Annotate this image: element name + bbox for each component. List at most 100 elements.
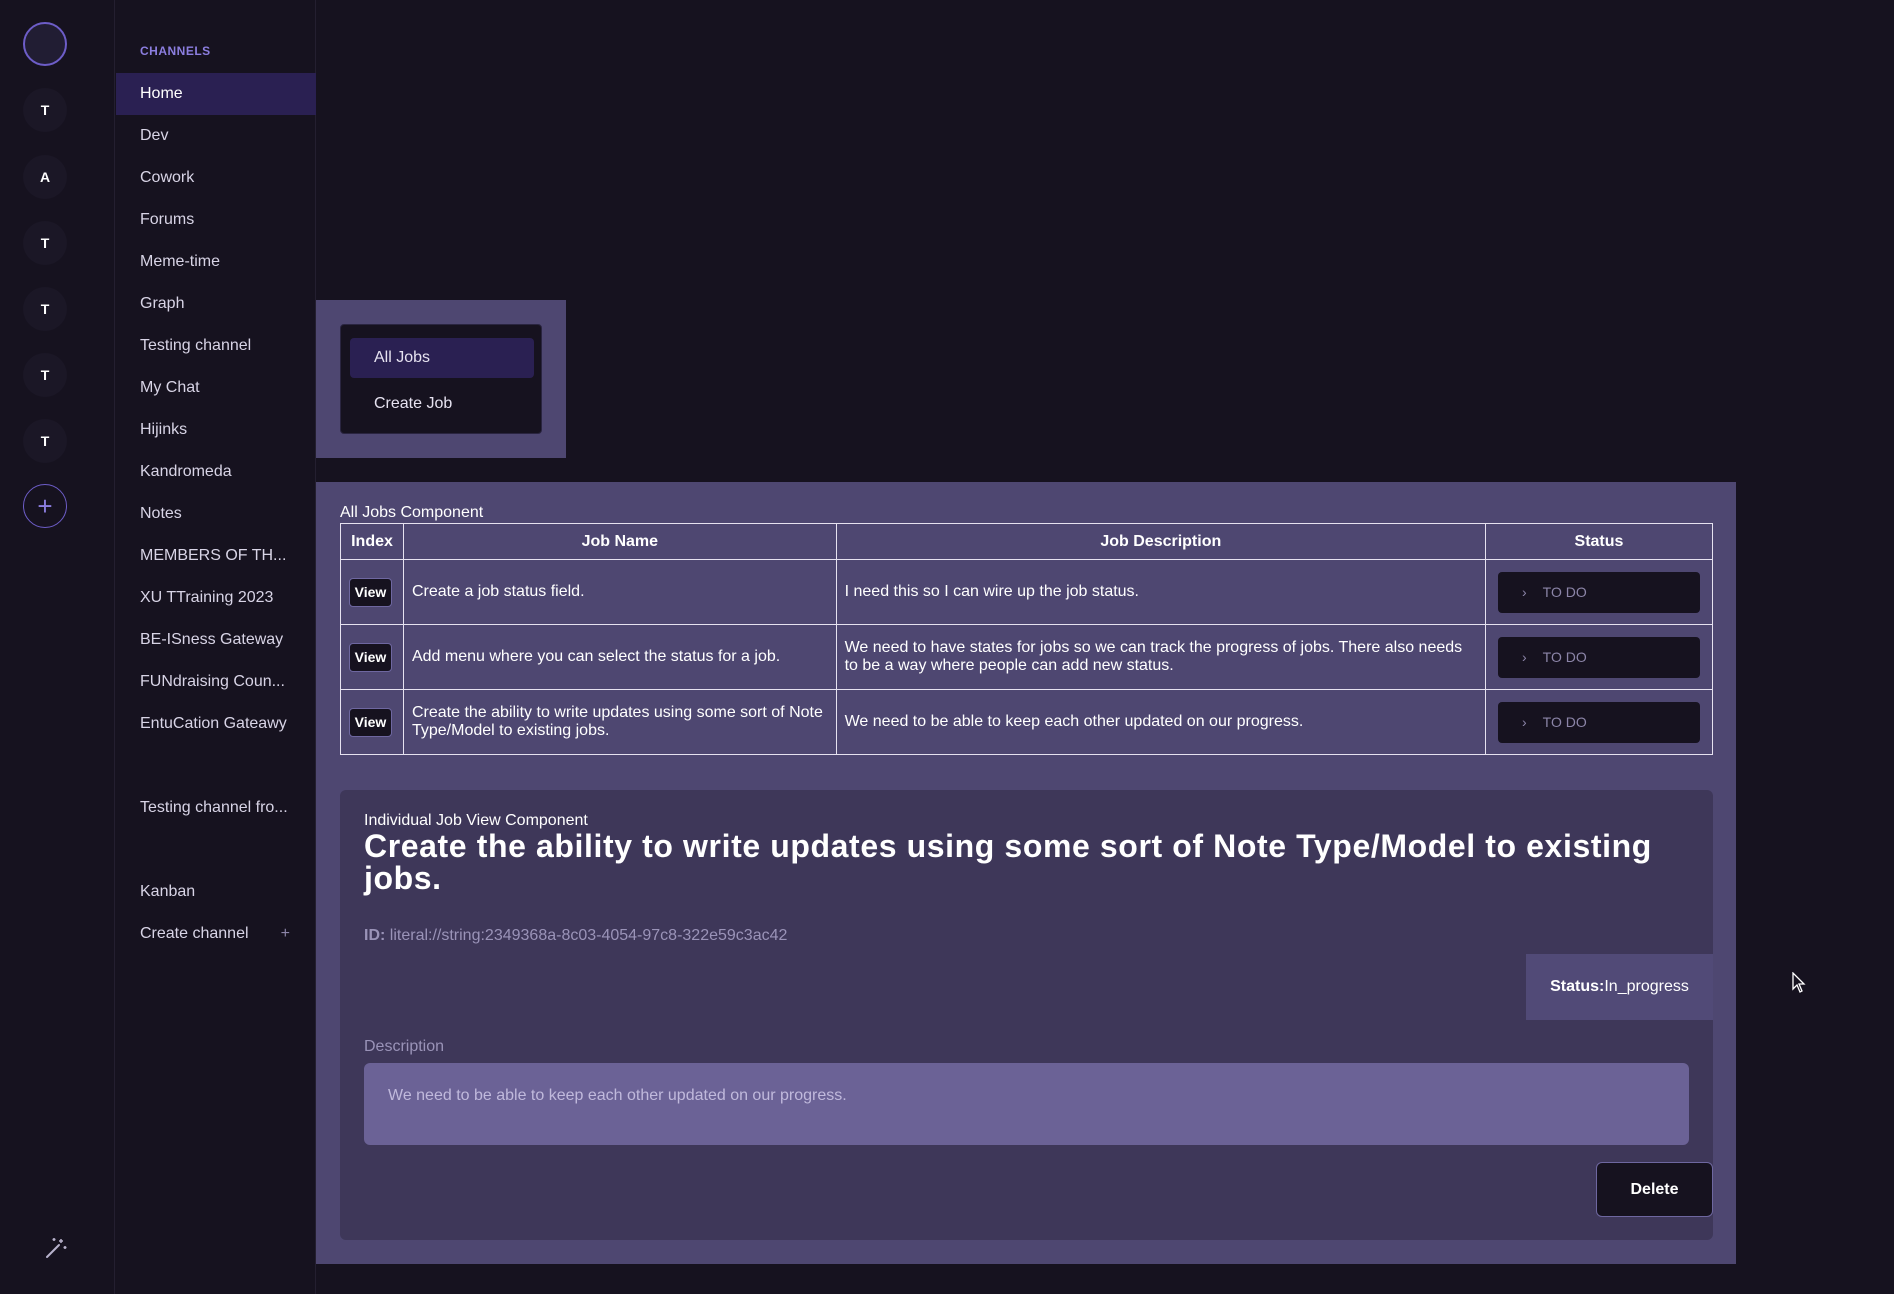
- status-cell: › TO DO: [1484, 689, 1714, 755]
- channel-label: Meme-time: [140, 253, 221, 270]
- status-badge: Status: In_progress: [1526, 954, 1713, 1020]
- channel-item-xu-training[interactable]: XU TTraining 2023: [116, 577, 316, 619]
- channel-label: BE-ISness Gateway: [140, 631, 284, 648]
- job-id-label: ID:: [364, 927, 386, 944]
- channel-label: EntuCation Gateawy: [140, 715, 287, 732]
- channel-item-fundraising[interactable]: FUNdraising Coun...: [116, 661, 316, 703]
- index-cell: View: [340, 624, 404, 690]
- home-avatar-icon[interactable]: [23, 22, 67, 66]
- job-name-cell: Add menu where you can select the status…: [402, 624, 837, 690]
- view-button[interactable]: View: [349, 642, 392, 672]
- job-description-cell: We need to be able to keep each other up…: [835, 689, 1486, 755]
- plus-icon: +: [280, 925, 290, 942]
- channel-item-kanban[interactable]: Kanban: [116, 871, 316, 913]
- channel-item-home[interactable]: Home: [116, 73, 316, 115]
- index-cell: View: [340, 689, 404, 755]
- job-id-value: literal://string:2349368a-8c03-4054-97c8…: [389, 927, 788, 944]
- server-icon-5[interactable]: T: [23, 353, 67, 397]
- jobs-nav-menu: All Jobs Create Job: [340, 324, 542, 434]
- column-header-index: Index: [340, 523, 404, 560]
- channel-item-graph[interactable]: Graph: [116, 283, 316, 325]
- channel-label: Testing channel: [140, 337, 252, 354]
- job-title: Create the ability to write updates usin…: [364, 828, 1652, 896]
- description-label: Description: [364, 1038, 445, 1055]
- job-id: ID: literal://string:2349368a-8c03-4054-…: [364, 927, 787, 945]
- status-value: In_progress: [1604, 978, 1689, 995]
- status-select[interactable]: › TO DO: [1497, 701, 1700, 743]
- status-label: Status:: [1550, 978, 1605, 995]
- job-name-cell: Create a job status field.: [402, 559, 837, 625]
- channel-item-forums[interactable]: Forums: [116, 199, 316, 241]
- server-rail: T A T T T T +: [0, 0, 115, 1294]
- table-row: View Add menu where you can select the s…: [340, 624, 1714, 690]
- server-icon-6[interactable]: T: [23, 419, 67, 463]
- channel-label: Testing channel fro...: [140, 799, 288, 816]
- mouse-cursor-icon: [1792, 972, 1806, 993]
- channel-item-my-chat[interactable]: My Chat: [116, 367, 316, 409]
- server-icon-4[interactable]: T: [23, 287, 67, 331]
- column-header-job-description: Job Description: [835, 523, 1486, 560]
- server-icon-1[interactable]: T: [23, 88, 67, 132]
- server-icon-3[interactable]: T: [23, 221, 67, 265]
- view-button[interactable]: View: [349, 577, 392, 607]
- channel-label: Home: [140, 85, 183, 102]
- channel-label: Notes: [140, 505, 182, 522]
- channel-label: XU TTraining 2023: [140, 589, 274, 606]
- channel-item-members[interactable]: MEMBERS OF TH...: [116, 535, 316, 577]
- channel-label: Hijinks: [140, 421, 188, 438]
- chevron-right-icon: ›: [1521, 649, 1527, 665]
- channel-label: MEMBERS OF TH...: [140, 547, 287, 564]
- channel-label: Cowork: [140, 169, 195, 186]
- jobs-table: Index Job Name Job Description Status Vi…: [340, 523, 1714, 755]
- job-name-cell: Create the ability to write updates usin…: [402, 689, 837, 755]
- channels-header: CHANNELS: [140, 44, 211, 58]
- channel-item-meme-time[interactable]: Meme-time: [116, 241, 316, 283]
- channel-item-cowork[interactable]: Cowork: [116, 157, 316, 199]
- chevron-right-icon: ›: [1521, 714, 1527, 730]
- magic-wand-icon[interactable]: [44, 1236, 68, 1260]
- description-field[interactable]: We need to be able to keep each other up…: [364, 1063, 1689, 1145]
- channel-label: My Chat: [140, 379, 200, 396]
- channel-label: Kanban: [140, 883, 196, 900]
- job-view-card: Individual Job View Component Create the…: [340, 790, 1713, 1240]
- channel-item-be-isness[interactable]: BE-ISness Gateway: [116, 619, 316, 661]
- job-description-cell: We need to have states for jobs so we ca…: [835, 624, 1486, 690]
- channel-sidebar: CHANNELS Home Dev Cowork Forums Meme-tim…: [116, 0, 316, 1294]
- status-cell: › TO DO: [1484, 559, 1714, 625]
- channel-label: Forums: [140, 211, 195, 228]
- jobs-nav-panel: All Jobs Create Job: [316, 300, 566, 458]
- create-channel-label: Create channel: [140, 925, 249, 942]
- status-select[interactable]: › TO DO: [1497, 571, 1700, 613]
- channel-item-hijinks[interactable]: Hijinks: [116, 409, 316, 451]
- channel-item-notes[interactable]: Notes: [116, 493, 316, 535]
- chevron-right-icon: ›: [1521, 584, 1527, 600]
- status-select[interactable]: › TO DO: [1497, 636, 1700, 678]
- status-cell: › TO DO: [1484, 624, 1714, 690]
- channel-label: Kandromeda: [140, 463, 232, 480]
- all-jobs-component-label: All Jobs Component: [340, 504, 484, 521]
- all-jobs-link[interactable]: All Jobs: [350, 338, 534, 378]
- channel-label: Dev: [140, 127, 169, 144]
- status-value: TO DO: [1542, 649, 1587, 665]
- channel-item-dev[interactable]: Dev: [116, 115, 316, 157]
- column-header-job-name: Job Name: [402, 523, 837, 560]
- channel-item-testing-from[interactable]: Testing channel fro...: [116, 787, 316, 829]
- view-button[interactable]: View: [349, 707, 392, 737]
- create-job-link[interactable]: Create Job: [350, 384, 534, 424]
- channel-item-testing[interactable]: Testing channel: [116, 325, 316, 367]
- channel-item-kandromeda[interactable]: Kandromeda: [116, 451, 316, 493]
- index-cell: View: [340, 559, 404, 625]
- channel-label: FUNdraising Coun...: [140, 673, 285, 690]
- column-header-status: Status: [1484, 523, 1714, 560]
- channel-item-entucation[interactable]: EntuCation Gateawy: [116, 703, 316, 745]
- delete-button[interactable]: Delete: [1596, 1162, 1713, 1217]
- create-channel-button[interactable]: Create channel +: [116, 913, 316, 955]
- channel-label: Graph: [140, 295, 185, 312]
- add-server-button[interactable]: +: [23, 484, 67, 528]
- status-value: TO DO: [1542, 714, 1587, 730]
- table-row: View Create a job status field. I need t…: [340, 559, 1714, 625]
- status-value: TO DO: [1542, 584, 1587, 600]
- server-icon-2[interactable]: A: [23, 155, 67, 199]
- job-description-cell: I need this so I can wire up the job sta…: [835, 559, 1486, 625]
- table-header-row: Index Job Name Job Description Status: [340, 523, 1714, 560]
